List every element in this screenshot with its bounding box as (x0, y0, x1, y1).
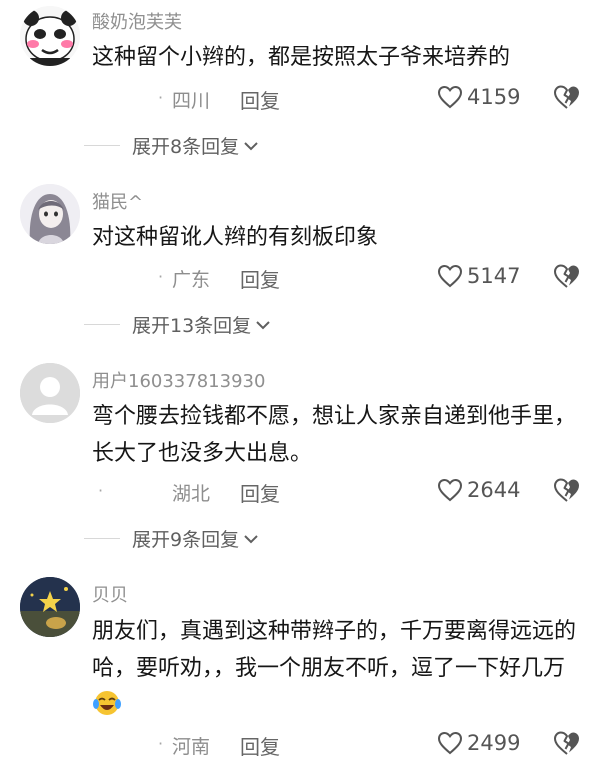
crying-laughing-emoji-icon (93, 691, 121, 715)
heart-outline-icon (437, 731, 463, 755)
comment-location: 河南 (172, 736, 211, 758)
broken-heart-icon[interactable] (553, 730, 581, 756)
like-count: 2499 (467, 731, 521, 755)
comment-text: 朋友们，真遇到这种带辫子的，千万要离得远远的哈，要听劝，，我一个朋友不听，逗了一… (92, 613, 592, 724)
avatar[interactable] (20, 577, 80, 637)
like-button[interactable]: 2499 (437, 731, 520, 755)
comment-item: 贝贝 朋友们，真遇到这种带辫子的，千万要离得远远的哈，要听劝，，我一个朋友不听，… (0, 0, 607, 760)
meta-dot: · (158, 734, 164, 753)
comment-text-content: 朋友们，真遇到这种带辫子的，千万要离得远远的哈，要听劝，，我一个朋友不听，逗了一… (92, 619, 577, 681)
comment-username[interactable]: 贝贝 (92, 581, 128, 607)
reply-button[interactable]: 回复 (240, 731, 280, 760)
night-scene-avatar-icon (20, 577, 80, 637)
